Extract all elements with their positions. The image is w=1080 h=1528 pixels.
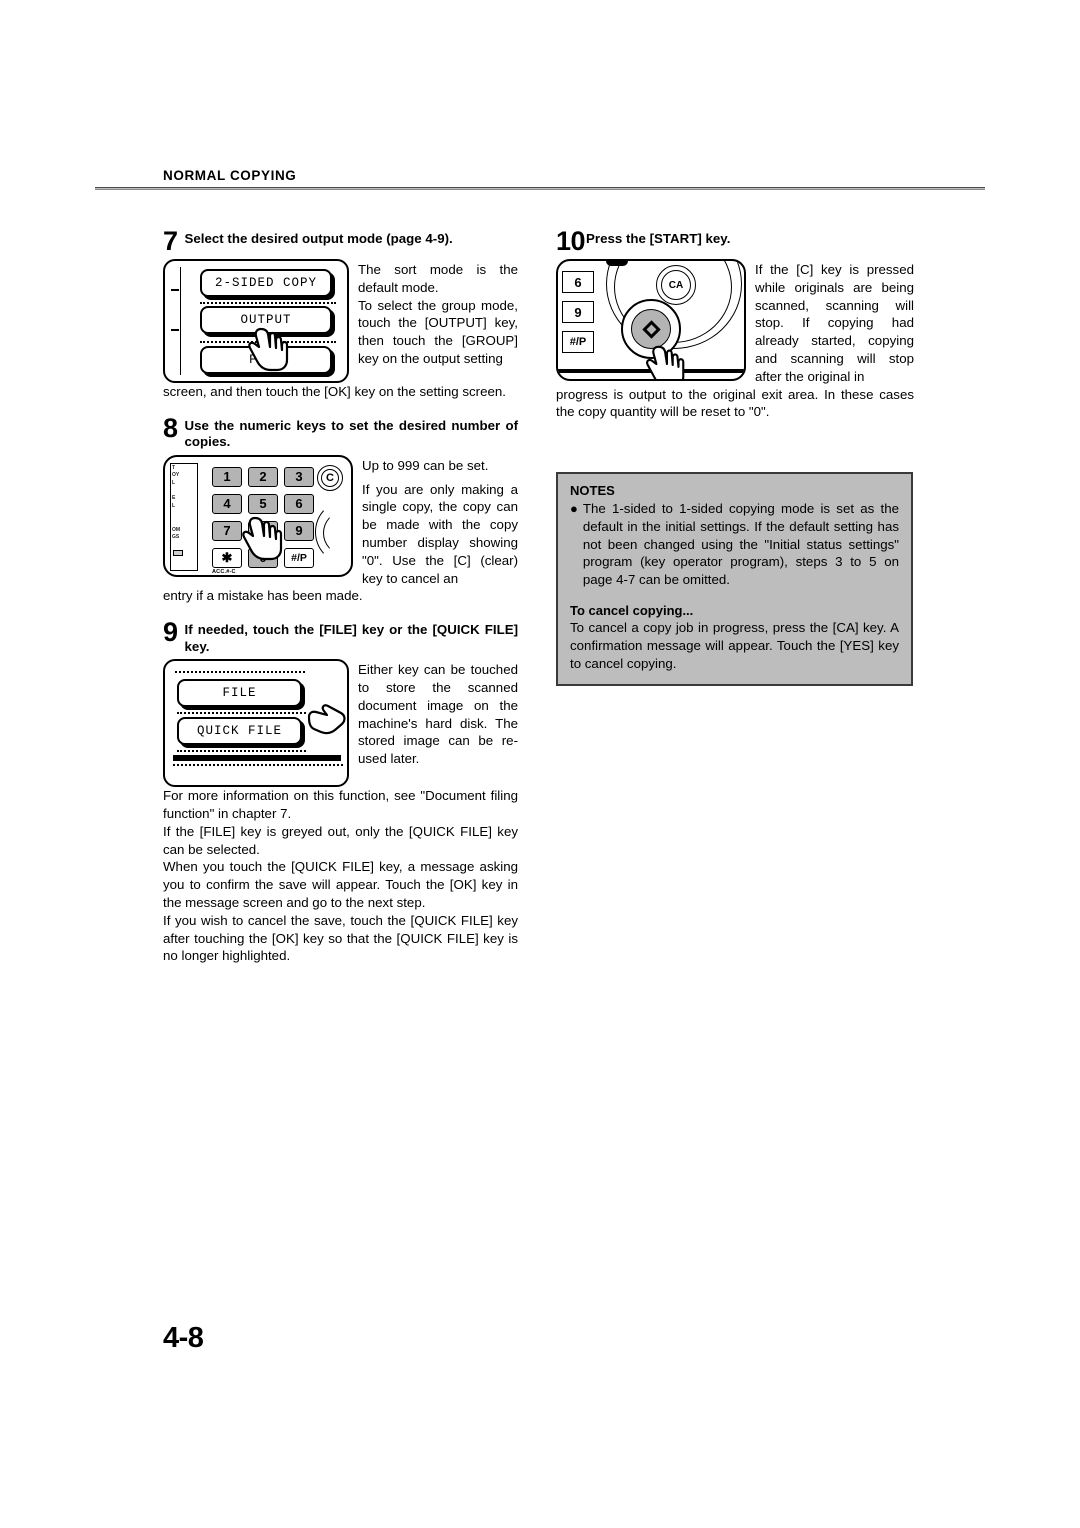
step-7-below-text: screen, and then touch the [OK] key on t… (163, 384, 506, 399)
step-8-figure-row: T OY L E L OM GS 1 2 3 4 5 6 7 9 ✱ #/P A… (163, 454, 518, 588)
keypad-key-hash-p[interactable]: #/P (284, 547, 314, 568)
step-10-side-text: If the [C] key is pressed while original… (746, 259, 914, 386)
panel-dotted-separator (200, 302, 336, 304)
clear-button-ring (321, 468, 339, 487)
step-8-title: Use the numeric keys to set the desired … (184, 417, 518, 450)
panel-dotted-separator (177, 750, 306, 753)
keypad-side-label: E (172, 494, 176, 501)
step-10-text: If the [C] key is pressed while original… (755, 262, 914, 384)
notes-item-text: The 1-sided to 1-sided copying mode is s… (582, 501, 899, 588)
step-9-heading: 9 If needed, touch the [FILE] key or the… (163, 619, 518, 655)
keypad-side-panel: T OY L E L OM GS (170, 462, 198, 571)
pointing-hand-icon (247, 323, 291, 373)
step-10-heading: 10 Press the [START] key. (556, 228, 914, 255)
panel-button-2sided-copy[interactable]: 2-SIDED COPY (200, 269, 332, 297)
step-7-number: 7 (163, 226, 178, 256)
notes-body-text: To cancel a copy job in progress, press … (570, 619, 899, 671)
step-9-figure-row: FILE QUICK FILE Either key can be touche… (163, 659, 518, 788)
notes-item: ● The 1-sided to 1-sided copying mode is… (570, 500, 899, 589)
keypad-side-label: T (172, 464, 176, 471)
panel-left-edge (171, 267, 181, 375)
numeric-keypad: T OY L E L OM GS 1 2 3 4 5 6 7 9 ✱ #/P A… (163, 454, 353, 577)
panel-key-9[interactable]: 9 (562, 301, 594, 323)
operation-panel-start: 6 9 #/P CA (556, 259, 746, 381)
step-9-paragraph-3: When you touch the [QUICK FILE] key, a m… (163, 859, 518, 910)
keypad-side-slot (173, 549, 183, 556)
touch-panel-file: FILE QUICK FILE (163, 659, 349, 788)
keypad-key-4[interactable]: 4 (212, 493, 242, 514)
notes-box: NOTES ● The 1-sided to 1-sided copying m… (556, 472, 913, 687)
keypad-key-7[interactable]: 7 (212, 520, 242, 541)
right-column: 10 Press the [START] key. 6 9 #/P CA If … (556, 228, 914, 421)
step-9-figure: FILE QUICK FILE (163, 659, 349, 788)
keypad-key-9[interactable]: 9 (284, 520, 314, 541)
panel-key-6[interactable]: 6 (562, 271, 594, 293)
step-9-paragraph-2: If the [FILE] key is greyed out, only th… (163, 823, 518, 857)
panel-dotted-separator (175, 671, 305, 674)
step-7-figure-row: 2-SIDED COPY OUTPUT FILE The sort mode i… (163, 259, 518, 383)
step-7-text-1: The sort mode is the default mode. (358, 262, 518, 295)
pointing-hand-icon (644, 341, 688, 379)
panel-tick (171, 329, 179, 331)
step-7-figure: 2-SIDED COPY OUTPUT FILE (163, 259, 349, 383)
start-diamond-icon (641, 319, 661, 339)
step-7-heading: 7 Select the desired output mode (page 4… (163, 228, 518, 255)
panel-decor-arc (305, 739, 339, 762)
step-8-below-text: entry if a mistake has been made. (163, 588, 363, 604)
step-10-below-text: progress is output to the original exit … (556, 386, 914, 420)
keypad-side-label: L (172, 479, 176, 486)
bullet-icon: ● (570, 501, 578, 516)
header-title: NORMAL COPYING (163, 168, 297, 183)
keypad-key-2[interactable]: 2 (248, 466, 278, 487)
keypad-acc-label: ACC.#-C (212, 568, 236, 575)
notes-subtitle: To cancel copying... (570, 602, 694, 618)
step-8-text-2: If you are only making a single copy, th… (362, 481, 518, 586)
step-8-text-1: Up to 999 can be set. (362, 457, 489, 473)
step-7-side-text: The sort mode is the default mode. To se… (349, 259, 518, 368)
step-9-side-text: Either key can be touched to store the s… (349, 659, 518, 768)
step-10-title: Press the [START] key. (586, 231, 731, 246)
pointing-hand-icon (241, 512, 285, 562)
step-9-number: 9 (163, 617, 178, 648)
keypad-side-label: L (172, 502, 176, 509)
keypad-key-1[interactable]: 1 (212, 466, 242, 487)
panel-key-hash-p[interactable]: #/P (562, 331, 594, 353)
pointing-hand-icon (301, 697, 347, 737)
step-8-figure: T OY L E L OM GS 1 2 3 4 5 6 7 9 ✱ #/P A… (163, 454, 353, 577)
step-7-title: Select the desired output mode (page 4-9… (184, 231, 453, 246)
panel-button-file[interactable]: FILE (177, 679, 302, 708)
document-page: NORMAL COPYING 7 Select the desired outp… (0, 0, 1080, 1528)
keypad-side-label: OY (172, 471, 180, 478)
keypad-key-3[interactable]: 3 (284, 466, 314, 487)
notes-title: NOTES (570, 483, 615, 498)
step-8-heading: 8 Use the numeric keys to set the desire… (163, 412, 518, 451)
touch-panel-output: 2-SIDED COPY OUTPUT FILE (163, 259, 349, 383)
panel-dotted-separator (173, 764, 343, 767)
step-9-paragraph-1: For more information on this function, s… (163, 788, 518, 821)
left-column: 7 Select the desired output mode (page 4… (163, 228, 518, 965)
page-number: 4-8 (163, 1322, 204, 1354)
step-9-text: Either key can be touched to store the s… (358, 662, 518, 767)
step-10-figure: 6 9 #/P CA (556, 259, 746, 381)
panel-button-quick-file[interactable]: QUICK FILE (177, 717, 302, 746)
ca-button[interactable]: CA (661, 270, 691, 300)
keypad-side-label: GS (172, 533, 180, 540)
panel-dotted-separator (177, 712, 306, 715)
step-8-side-text: Up to 999 can be set. If you are only ma… (353, 455, 518, 588)
step-7-text-2: To select the group mode, touch the [OUT… (358, 297, 518, 366)
ca-button-label: CA (668, 279, 684, 291)
keypad-key-5[interactable]: 5 (248, 493, 278, 514)
header-divider (95, 187, 985, 190)
page-header: NORMAL COPYING (95, 168, 985, 190)
keypad-key-6[interactable]: 6 (284, 493, 314, 514)
keypad-side-label: OM (172, 526, 181, 533)
step-10-figure-row: 6 9 #/P CA If the [C] key is pressed whi… (556, 259, 914, 386)
step-10-number: 10 (556, 226, 586, 256)
panel-tick (171, 289, 179, 291)
step-9-title: If needed, touch the [FILE] key or the [… (184, 622, 518, 654)
step-8-number: 8 (163, 412, 178, 443)
keypad-key-asterisk[interactable]: ✱ (212, 547, 242, 568)
keypad-clear-button[interactable]: C (317, 464, 343, 491)
step-9-paragraph-4: If you wish to cancel the save, touch th… (163, 912, 518, 964)
